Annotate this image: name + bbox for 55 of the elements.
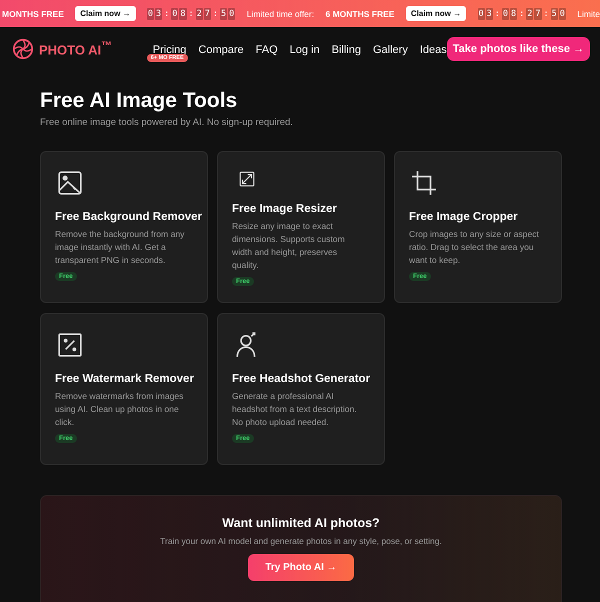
timer-digit: 3 <box>486 8 493 20</box>
logo-icon[interactable] <box>12 38 34 60</box>
promo-text: Limite <box>577 8 600 18</box>
promo-title: Want unlimited AI photos? <box>222 516 380 530</box>
page-subtitle: Free online image tools powered by AI. No sign-up required. <box>40 117 294 128</box>
tool-description: Resize any image to exact dimensions. Supports custom width and height, preserves quality. <box>232 220 346 272</box>
tool-description: Generate a professional AI headshot from a text description. No photo upload needed. <box>232 390 358 429</box>
page-title: Free AI Image Tools <box>40 89 238 113</box>
timer-digit: 0 <box>558 8 566 20</box>
promo-text: Limited time offer: <box>246 8 314 18</box>
timer-digit: 0 <box>146 8 154 20</box>
tool-description: Crop images to any size or aspect ratio. Drag to select the area you want to keep. <box>409 228 540 267</box>
timer-separator: : <box>212 8 220 18</box>
timer-digit: 2 <box>526 8 534 20</box>
percent-square-icon <box>57 332 83 358</box>
timer-digit: 8 <box>510 8 518 20</box>
tool-title: Free Image Cropper <box>409 211 518 223</box>
nav-link[interactable]: Compare <box>198 44 244 56</box>
tool-title: Free Watermark Remover <box>55 373 194 385</box>
nav-link[interactable]: Gallery <box>373 44 408 56</box>
timer-separator: : <box>494 8 501 18</box>
timer-digit: 0 <box>228 8 236 20</box>
timer-digit: 8 <box>179 8 187 20</box>
timer-separator: : <box>188 8 195 18</box>
timer-digit: 7 <box>204 8 211 20</box>
logo-text[interactable]: PHOTO AI$^{™}$ <box>39 40 112 58</box>
timer-separator: : <box>542 8 550 18</box>
timer-digit: 5 <box>220 8 228 20</box>
nav-link[interactable]: Pricing <box>152 44 186 56</box>
tool-description: Remove watermarks from images using AI. Clean up photos in one click. <box>55 390 184 429</box>
timer-digit: 3 <box>155 8 162 20</box>
tool-title: Free Image Resizer <box>232 203 337 215</box>
timer-digit: 0 <box>478 8 485 20</box>
nav-link[interactable]: Ideas <box>420 44 447 56</box>
timer-separator: : <box>518 8 526 18</box>
crop-icon <box>411 170 437 196</box>
claim-button[interactable]: Claim now → <box>75 6 136 21</box>
image-icon <box>57 170 83 196</box>
timer-digit: 7 <box>534 8 542 20</box>
timer-separator: : <box>163 8 170 18</box>
tool-title: Free Headshot Generator <box>232 373 370 385</box>
timer-digit: 5 <box>550 8 558 20</box>
nav-link[interactable]: FAQ <box>256 44 278 56</box>
promo-text: 6 MONTHS FREE <box>326 8 394 18</box>
claim-button[interactable]: Claim now → <box>406 6 466 21</box>
timer-digit: 0 <box>171 8 178 20</box>
take-photos-button[interactable]: Take photos like these → <box>446 36 590 60</box>
promo-text: Train your own AI model and generate photos in any style, pose, or setting. <box>160 536 442 546</box>
timer-digit: 2 <box>196 8 203 20</box>
tool-title: Free Background Remover <box>55 211 202 223</box>
tool-description: Remove the background from any image instantly with AI. Get a transparent PNG in seconds. <box>55 228 186 267</box>
timer-digit: 0 <box>502 8 510 20</box>
nav-link[interactable]: Log in <box>290 44 320 56</box>
promo-text: MONTHS FREE <box>2 8 64 18</box>
nav-link[interactable]: Billing <box>332 44 361 56</box>
